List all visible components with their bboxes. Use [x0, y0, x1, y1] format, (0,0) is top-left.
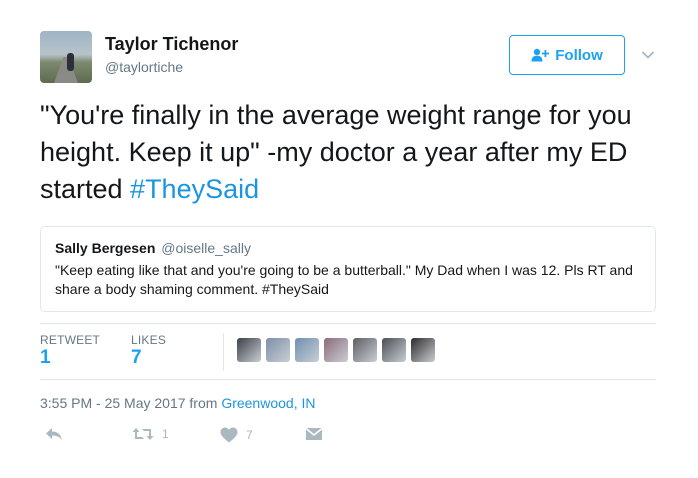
heart-icon — [220, 427, 238, 443]
avatar-road — [54, 57, 78, 83]
quoted-tweet-text: "Keep eating like that and you're going … — [55, 262, 633, 297]
follow-label: Follow — [555, 46, 603, 64]
quoted-tweet[interactable]: Sally Bergesen @oiselle_sally "Keep eati… — [40, 226, 656, 312]
chevron-down-icon[interactable] — [641, 50, 655, 60]
hashtag-link[interactable]: #TheySaid — [130, 174, 259, 204]
quoted-author-name: Sally Bergesen — [55, 240, 156, 256]
tweet-meta: 3:55 PM - 25 May 2017 from Greenwood, IN — [40, 395, 315, 411]
retweet-icon — [132, 428, 154, 440]
retweets-count[interactable]: 1 — [40, 347, 51, 369]
envelope-icon — [305, 427, 323, 440]
add-person-icon — [531, 48, 550, 62]
liker-avatar[interactable] — [295, 338, 319, 362]
liker-avatar[interactable] — [411, 338, 435, 362]
likes-label[interactable]: LIKES — [131, 333, 166, 347]
like-button[interactable]: 7 — [220, 427, 253, 443]
retweet-button[interactable]: 1 — [132, 427, 169, 441]
liker-avatar[interactable] — [266, 338, 290, 362]
tweet-body: "You're finally in the average weight ra… — [40, 100, 632, 204]
stats-divider — [223, 333, 224, 371]
reply-icon — [46, 428, 62, 440]
liker-avatar[interactable] — [382, 338, 406, 362]
timestamp[interactable]: 3:55 PM - 25 May 2017 from — [40, 395, 221, 411]
quoted-tweet-header: Sally Bergesen @oiselle_sally — [55, 239, 641, 257]
likes-count[interactable]: 7 — [131, 347, 142, 369]
author-avatar[interactable] — [40, 31, 92, 83]
like-action-count: 7 — [246, 428, 253, 442]
liker-avatar[interactable] — [353, 338, 377, 362]
reply-button[interactable] — [45, 427, 63, 441]
location-link[interactable]: Greenwood, IN — [221, 395, 315, 411]
liker-avatar[interactable] — [237, 338, 261, 362]
direct-message-button[interactable] — [305, 427, 323, 441]
retweet-action-count: 1 — [162, 427, 169, 441]
author-handle[interactable]: @taylortiche — [105, 59, 183, 75]
retweets-label[interactable]: RETWEET — [40, 333, 100, 347]
divider-top — [40, 323, 656, 324]
follow-button[interactable]: Follow — [509, 35, 625, 75]
divider-bottom — [40, 379, 656, 380]
avatar-rider — [67, 53, 74, 71]
liker-avatar[interactable] — [324, 338, 348, 362]
quoted-author-handle: @oiselle_sally — [161, 240, 251, 256]
likers-avatars — [237, 338, 435, 362]
tweet-text: "You're finally in the average weight ra… — [40, 97, 660, 208]
author-name[interactable]: Taylor Tichenor — [105, 34, 238, 55]
